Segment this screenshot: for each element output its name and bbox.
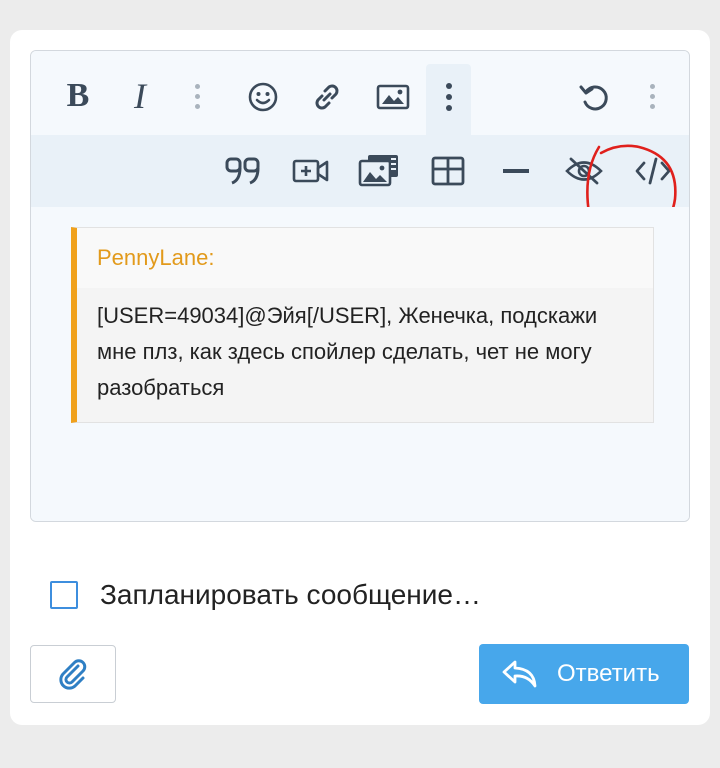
toolbar-primary-row: B I (31, 51, 689, 135)
video-icon (292, 159, 329, 183)
link-icon (315, 84, 339, 110)
horizontal-line-button[interactable] (499, 153, 533, 189)
bold-button[interactable]: B (61, 77, 95, 114)
rich-text-editor: B I PennyLane: [USER=49034]@Эйя[/USER], … (30, 50, 690, 522)
more-insert-options-button[interactable] (446, 83, 452, 111)
spoiler-button[interactable] (563, 153, 605, 189)
reply-button[interactable]: Ответить (479, 644, 689, 704)
paperclip-icon (59, 659, 87, 690)
minus-icon (503, 169, 529, 173)
quote-button[interactable] (223, 153, 263, 189)
schedule-label: Запланировать сообщение… (100, 579, 481, 610)
schedule-checkbox[interactable] (50, 581, 78, 609)
quote-text: [USER=49034]@Эйя[/USER], Женечка, подска… (97, 303, 598, 400)
undo-icon (579, 85, 608, 111)
media-button[interactable] (291, 153, 331, 189)
reply-icon (501, 659, 539, 689)
quote-author: PennyLane: (77, 228, 653, 288)
emoji-button[interactable] (245, 79, 281, 115)
link-button[interactable] (309, 79, 345, 115)
gallery-button[interactable] (357, 151, 401, 189)
image-icon (376, 84, 410, 110)
editor-content[interactable]: PennyLane: [USER=49034]@Эйя[/USER], Жене… (31, 207, 689, 521)
undo-button[interactable] (576, 79, 612, 115)
table-button[interactable] (429, 153, 467, 189)
more-options-button[interactable] (649, 84, 655, 109)
reply-form: B I PennyLane: [USER=49034]@Эйя[/USER], … (10, 30, 710, 725)
attach-files-button[interactable] (30, 645, 116, 703)
page-background (0, 742, 720, 768)
code-button[interactable] (633, 153, 673, 189)
italic-icon: I (134, 76, 146, 116)
quote-icon (225, 157, 260, 185)
eye-slash-icon (565, 157, 603, 185)
quote-block: PennyLane: [USER=49034]@Эйя[/USER], Жене… (71, 227, 654, 423)
code-icon (635, 157, 671, 185)
table-icon (431, 156, 465, 186)
image-button[interactable] (374, 79, 412, 115)
smiley-icon (248, 82, 278, 112)
toolbar-secondary-row (31, 135, 689, 207)
reply-label: Ответить (557, 660, 660, 687)
more-text-options-button[interactable] (194, 84, 200, 109)
gallery-icon (358, 155, 398, 187)
italic-button[interactable]: I (123, 76, 157, 116)
schedule-message-option[interactable]: Запланировать сообщение… (50, 570, 481, 620)
bold-icon: B (66, 77, 90, 114)
